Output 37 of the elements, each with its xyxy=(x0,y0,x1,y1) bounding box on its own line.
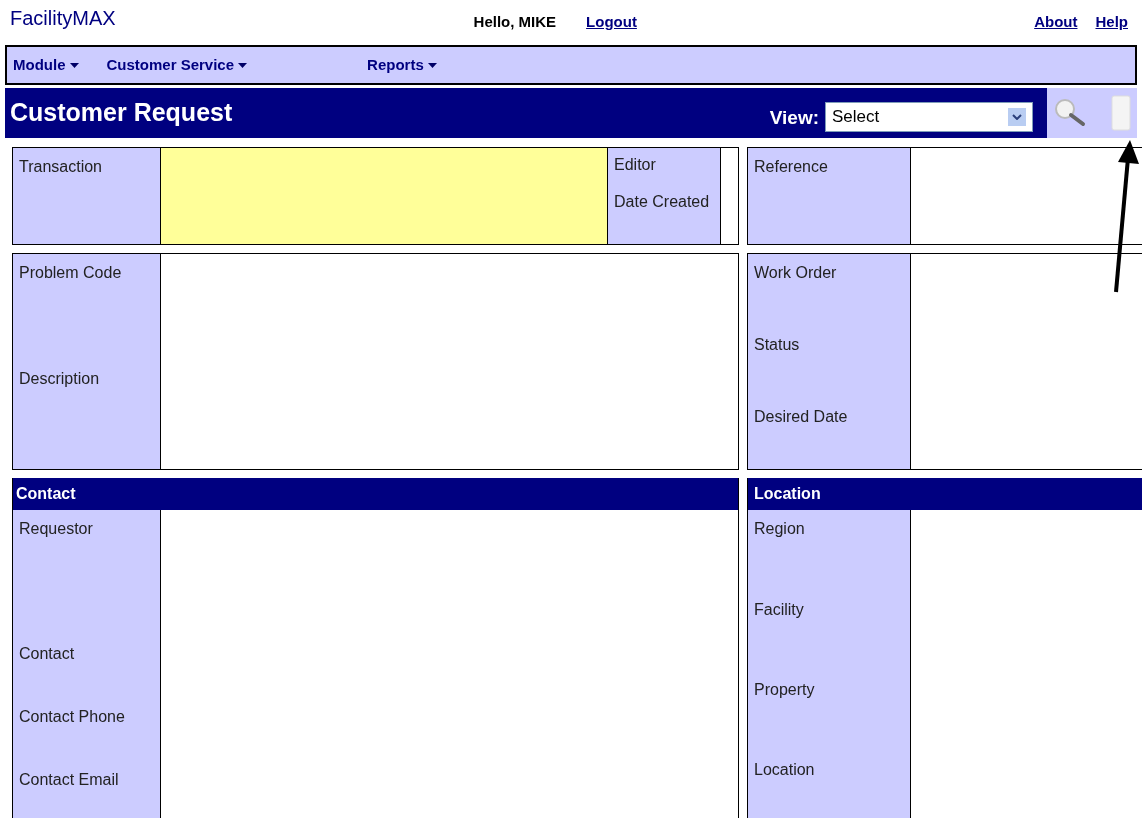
caret-icon xyxy=(427,62,437,68)
greeting-text: Hello, MIKE xyxy=(473,12,557,33)
menu-item[interactable]: Customer Service xyxy=(106,53,248,77)
caret-icon xyxy=(238,62,248,68)
field-label: Property xyxy=(754,680,815,700)
app-logo: FacilityMAX xyxy=(10,5,116,31)
header-link[interactable]: About xyxy=(1034,11,1078,34)
field-label: Work Order xyxy=(754,263,837,283)
field-label: Transaction xyxy=(19,157,102,177)
field-label: Reference xyxy=(754,157,828,177)
search-icon[interactable] xyxy=(1053,98,1087,128)
field-label: Desired Date xyxy=(754,407,848,427)
view-select[interactable]: Select xyxy=(825,102,1033,132)
blank-page-icon[interactable] xyxy=(1111,95,1131,131)
page-title: Customer Request xyxy=(10,97,233,129)
caret-icon xyxy=(69,62,79,68)
section-header: Contact xyxy=(13,478,738,510)
header-link[interactable]: Help xyxy=(1095,11,1128,34)
dropdown-icon xyxy=(1008,108,1026,126)
field-label: Contact Email xyxy=(19,770,119,790)
field-label: Requestor xyxy=(19,519,93,539)
field-label: Facility xyxy=(754,600,804,620)
transaction-field[interactable] xyxy=(161,148,608,244)
field-label: Date Created xyxy=(614,192,711,212)
field-label: Region xyxy=(754,519,805,539)
section-header: Location xyxy=(748,478,1142,510)
field-label: Problem Code xyxy=(19,263,122,283)
logout-link[interactable]: Logout xyxy=(586,11,637,34)
view-label: View: xyxy=(769,105,819,130)
field-label: Editor xyxy=(614,155,657,175)
field-label: Contact xyxy=(19,644,75,664)
field-label: Location xyxy=(754,760,815,780)
field-label: Description xyxy=(19,369,100,389)
menu-item[interactable]: Module xyxy=(13,53,79,77)
field-label: Contact Phone xyxy=(19,707,125,727)
field-label: Status xyxy=(754,335,800,355)
menu-item[interactable]: Reports xyxy=(367,53,437,77)
